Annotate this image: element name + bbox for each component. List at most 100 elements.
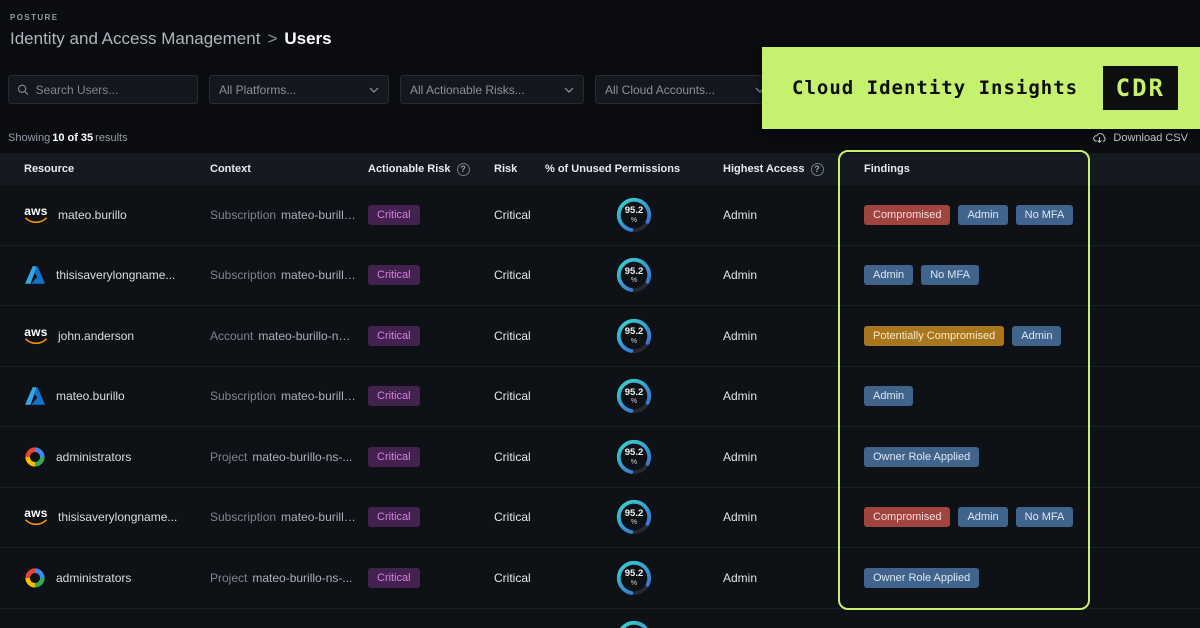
finding-badge: Admin bbox=[958, 507, 1008, 528]
chevron-down-icon bbox=[564, 87, 574, 93]
unused-permissions-value: 95.2 bbox=[624, 507, 644, 519]
column-header-context: Context bbox=[210, 163, 251, 175]
users-table: Resource Context Actionable Risk? Risk %… bbox=[0, 153, 1200, 628]
actionable-risk-badge: Critical bbox=[368, 567, 420, 588]
results-count-value: 10 of 35 bbox=[52, 131, 94, 144]
table-row[interactable]: administrators Project mateo-burillo-ns-.… bbox=[0, 427, 1200, 488]
platforms-filter[interactable]: All Platforms... bbox=[209, 75, 389, 104]
aws-icon: aws bbox=[24, 507, 48, 526]
context-type: Account bbox=[210, 328, 254, 343]
results-bar: Showing 10 of 35 results Download CSV bbox=[8, 130, 1188, 145]
unused-permissions-gauge: 95.2% bbox=[615, 498, 653, 536]
table-row[interactable]: aws john.anderson Account mateo-burillo-ns… bbox=[0, 306, 1200, 367]
download-csv-button[interactable]: Download CSV bbox=[1092, 131, 1188, 145]
download-csv-label: Download CSV bbox=[1113, 131, 1188, 144]
resource-name: mateo.burillo bbox=[58, 207, 127, 222]
results-count: Showing 10 of 35 results bbox=[8, 132, 128, 144]
context-name: mateo-burillo-ns- bbox=[281, 510, 356, 525]
cloud-accounts-filter-value: All Cloud Accounts... bbox=[605, 82, 716, 97]
percent-sign: % bbox=[630, 579, 638, 587]
unused-permissions-gauge: 95.2% bbox=[615, 256, 653, 294]
finding-badge: No MFA bbox=[921, 265, 979, 286]
unused-permissions-gauge: 95.2% bbox=[615, 317, 653, 355]
actionable-risks-filter[interactable]: All Actionable Risks... bbox=[400, 75, 584, 104]
context-type: Subscription bbox=[210, 510, 277, 525]
actionable-risk-badge: Critical bbox=[368, 204, 420, 225]
download-cloud-icon bbox=[1093, 132, 1106, 143]
search-input-field[interactable] bbox=[35, 82, 189, 97]
resource-name: mateo.burillo bbox=[56, 389, 125, 404]
risk-value: Critical bbox=[494, 328, 531, 343]
context-type: Project bbox=[210, 449, 248, 464]
breadcrumb: Identity and Access Management > Users bbox=[10, 29, 1200, 49]
column-header-risk: Risk bbox=[494, 163, 518, 175]
finding-badge: Compromised bbox=[864, 507, 951, 528]
table-row[interactable]: 95.2% bbox=[0, 608, 1200, 628]
context-name: mateo-burillo-ns- bbox=[281, 207, 356, 222]
column-header-unused-permissions: % of Unused Permissions bbox=[545, 163, 681, 175]
unused-permissions-gauge: 95.2% bbox=[615, 619, 653, 628]
percent-sign: % bbox=[630, 337, 638, 345]
risk-value: Critical bbox=[494, 268, 531, 283]
context-type: Subscription bbox=[210, 389, 277, 404]
help-icon[interactable]: ? bbox=[456, 162, 470, 176]
unused-permissions-gauge: 95.2% bbox=[615, 559, 653, 597]
table-row[interactable]: administrators Project mateo-burillo-ns-.… bbox=[0, 548, 1200, 609]
unused-permissions-value: 95.2 bbox=[624, 447, 644, 458]
resource-name: thisisaverylongname... bbox=[56, 268, 176, 283]
actionable-risk-badge: Critical bbox=[368, 325, 420, 346]
actionable-risk-badge: Critical bbox=[368, 446, 420, 467]
resource-name: thisisaverylongname... bbox=[58, 510, 178, 525]
azure-icon bbox=[25, 387, 46, 405]
finding-badge: Admin bbox=[864, 265, 914, 286]
actionable-risks-filter-value: All Actionable Risks... bbox=[410, 82, 525, 97]
breadcrumb-parent[interactable]: Identity and Access Management bbox=[10, 29, 260, 48]
finding-badge: Admin bbox=[1012, 325, 1062, 346]
highest-access-value: Admin bbox=[723, 389, 758, 404]
results-count-suffix: results bbox=[95, 131, 128, 144]
help-icon[interactable]: ? bbox=[810, 162, 824, 176]
table-row[interactable]: thisisaverylongname... Subscription mateo… bbox=[0, 245, 1200, 306]
gcp-icon bbox=[25, 568, 45, 588]
risk-value: Critical bbox=[494, 449, 531, 464]
search-icon bbox=[17, 84, 29, 95]
banner-title: Cloud Identity Insights bbox=[792, 77, 1079, 99]
unused-permissions-value: 95.2 bbox=[624, 386, 644, 398]
highest-access-value: Admin bbox=[723, 207, 758, 222]
column-header-highest-access: Highest Access? bbox=[723, 162, 864, 176]
search-input[interactable] bbox=[8, 75, 198, 104]
context-type: Project bbox=[210, 570, 248, 585]
section-eyebrow: POSTURE bbox=[10, 13, 59, 22]
breadcrumb-separator: > bbox=[267, 29, 278, 48]
percent-sign: % bbox=[630, 458, 638, 466]
percent-sign: % bbox=[630, 398, 638, 405]
cloud-accounts-filter[interactable]: All Cloud Accounts... bbox=[595, 75, 775, 104]
chevron-down-icon bbox=[369, 87, 379, 93]
column-header-actionable-risk: Actionable Risk? bbox=[368, 162, 494, 176]
risk-value: Critical bbox=[494, 207, 531, 222]
resource-name: administrators bbox=[56, 570, 132, 585]
finding-badge: No MFA bbox=[1015, 507, 1074, 528]
finding-badge: Compromised bbox=[864, 204, 951, 225]
actionable-risk-badge: Critical bbox=[368, 265, 420, 286]
context-type: Subscription bbox=[210, 207, 277, 222]
resource-name: john.anderson bbox=[58, 328, 135, 343]
finding-badge: No MFA bbox=[1015, 204, 1074, 225]
context-name: mateo-burillo-ns-... bbox=[252, 449, 353, 464]
table-row[interactable]: aws mateo.burillo Subscription mateo-buril… bbox=[0, 185, 1200, 246]
context-type: Subscription bbox=[210, 268, 277, 283]
table-row[interactable]: mateo.burillo Subscription mateo-burillo-… bbox=[0, 366, 1200, 427]
azure-icon bbox=[25, 266, 46, 284]
unused-permissions-gauge: 95.2% bbox=[615, 377, 653, 415]
risk-value: Critical bbox=[494, 570, 531, 585]
unused-permissions-gauge: 95.2% bbox=[615, 438, 653, 476]
results-count-prefix: Showing bbox=[8, 131, 51, 144]
context-name: mateo-burillo-ns- bbox=[281, 389, 356, 404]
risk-value: Critical bbox=[494, 389, 531, 404]
finding-badge: Owner Role Applied bbox=[864, 567, 980, 588]
aws-icon: aws bbox=[24, 205, 48, 224]
gcp-icon bbox=[25, 447, 45, 467]
table-row[interactable]: aws thisisaverylongname... Subscription ma… bbox=[0, 487, 1200, 548]
percent-sign: % bbox=[630, 277, 638, 284]
finding-badge: Admin bbox=[958, 204, 1008, 225]
